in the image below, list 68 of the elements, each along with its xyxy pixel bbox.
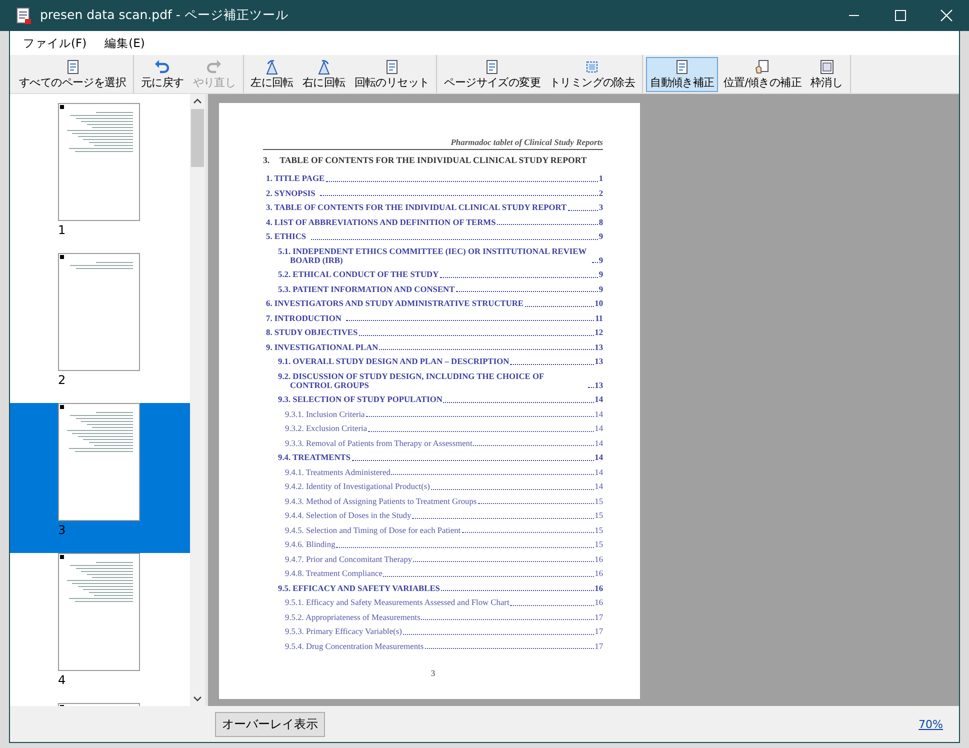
- toc-entry: 9.4.8. Treatment Compliance 16: [284, 569, 603, 578]
- toc-entry: 9.3.1. Inclusion Criteria 14: [284, 410, 603, 418]
- toc-entry: 9.5.1. Efficacy and Safety Measurements Assessed and Flow Chart 16: [284, 598, 603, 607]
- toolbar-button[interactable]: 自動傾き補正: [646, 56, 718, 92]
- toc-entry: 4. LIST OF ABBREVIATIONS AND DEFINITION OF TERMS 8: [266, 218, 603, 226]
- zoom-link[interactable]: 70%: [918, 718, 943, 730]
- frame-icon: [818, 58, 835, 74]
- toc-entry: 9.4.4. Selection of Doses in the Study 15: [284, 511, 603, 520]
- toolbar-button[interactable]: 枠消し: [806, 56, 847, 92]
- toolbar-button[interactable]: トリミングの除去: [545, 56, 640, 92]
- toc-entry: 1. TITLE PAGE 1: [266, 174, 603, 183]
- page-number: 3: [430, 668, 436, 678]
- toc-entry: 9.3.2. Exclusion Criteria 14: [284, 424, 603, 433]
- menu-item[interactable]: ファイル(F): [16, 34, 94, 52]
- toolbar-button[interactable]: 位置/傾きの補正: [719, 56, 806, 92]
- toolbar-button[interactable]: すべてのページを選択: [15, 56, 130, 92]
- rotate-left-icon: [264, 58, 280, 74]
- toc-entry: 9.3. SELECTION OF STUDY POPULATION 14: [277, 395, 603, 404]
- toolbar-button[interactable]: 右に回転: [298, 56, 350, 92]
- undo-icon: [154, 58, 170, 74]
- toolbar-button[interactable]: 元に戻す: [137, 56, 188, 92]
- toc-entry: 9.5.4. Drug Concentration Measurements 17: [284, 642, 603, 650]
- toc-entry: 9.5.3. Primary Efficacy Variable(s) 17: [284, 627, 603, 636]
- rotate-right-icon: [316, 58, 332, 74]
- toc-entry: 5.3. PATIENT INFORMATION AND CONSENT 9: [277, 284, 603, 294]
- toc-entry: 9.4. TREATMENTS 14: [277, 453, 603, 462]
- toolbar-button[interactable]: 左に回転: [246, 56, 298, 92]
- thumbnail-item[interactable]: 4: [10, 553, 190, 703]
- redo-icon: [206, 58, 222, 74]
- page-number-label: 3: [58, 523, 67, 537]
- toc-entry: 9.4.5. Selection and Timing of Dose for each Patient 15: [284, 526, 603, 534]
- toc-entry: 9. INVESTIGATIONAL PLAN 13: [266, 342, 603, 352]
- toc-entry: 9.4.2. Identity of Investigational Product(s) 14: [284, 482, 603, 491]
- toolbar-button[interactable]: 回転のリセット: [350, 56, 434, 92]
- thumbnail-item[interactable]: 2: [10, 253, 190, 403]
- running-header: Pharmadoc tablet of Clinical Study Reports: [450, 137, 603, 147]
- toc-entry: 9.5. EFFICACY AND SAFETY VARIABLES 16: [277, 584, 603, 592]
- heading-number: 3.: [263, 155, 270, 165]
- toolbar-button[interactable]: ページサイズの変更: [440, 56, 544, 92]
- toc-entry: 9.4.1. Treatments Administered 14: [284, 468, 603, 476]
- page-number-label: 2: [58, 373, 67, 387]
- toc-entry: 5.2. ETHICAL CONDUCT OF THE STUDY 9: [277, 270, 603, 279]
- thumbnail-item[interactable]: 1: [10, 103, 190, 253]
- page-number-label: 1: [58, 223, 67, 237]
- toc-entry: 7. INTRODUCTION 11: [266, 314, 603, 322]
- toc-entry: 2. SYNOPSIS 2: [266, 188, 603, 198]
- toc-entry: 8. STUDY OBJECTIVES 12: [266, 328, 603, 337]
- scrollbar[interactable]: [190, 94, 205, 706]
- window-title: presen data scan.pdf - ページ補正ツール: [40, 7, 288, 24]
- toc-entry: 5.1. INDEPENDENT ETHICS COMMITTEE (IEC) OR INSTITUTIONAL REVIEW BOARD (IRB) 9: [277, 246, 603, 264]
- toc-entry: 6. INVESTIGATORS AND STUDY ADMINISTRATIVE STRUCTURE 10: [266, 299, 603, 308]
- toc-entry: 9.5.2. Appropriateness of Measurements 17: [284, 612, 603, 622]
- toc-entry: 9.3.3. Removal of Patients from Therapy or Assessment 14: [284, 438, 603, 448]
- pdf-document-icon: [16, 6, 32, 24]
- thumbnail-item[interactable]: 3: [10, 403, 190, 553]
- toc-entry: 9.4.6. Blinding 15: [284, 540, 603, 549]
- toc-heading: TABLE OF CONTENTS FOR THE INDIVIDUAL CLINICAL STUDY REPORT: [280, 155, 587, 165]
- toc-entry: 9.2. DISCUSSION OF STUDY DESIGN, INCLUDING THE CHOICE OF CONTROL GROUPS 13: [277, 372, 603, 390]
- overlay-button[interactable]: オーバーレイ表示: [215, 712, 325, 736]
- toc-entry: 9.4.3. Method of Assigning Patients to Treatment Groups 15: [284, 496, 603, 506]
- toc-entry: 5. ETHICS 9: [266, 232, 603, 241]
- page-number-label: 4: [58, 673, 67, 687]
- menu-item[interactable]: 編集(E): [98, 34, 152, 52]
- toc-entry: 9.1. OVERALL STUDY DESIGN AND PLAN – DESCRIPTION 13: [277, 357, 603, 366]
- toc-entry: 3. TABLE OF CONTENTS FOR THE INDIVIDUAL CLINICAL STUDY REPORT 3: [266, 203, 603, 212]
- toc-entry: 9.4.7. Prior and Concomitant Therapy 16: [284, 554, 603, 564]
- scrollbar-thumb[interactable]: [191, 109, 204, 167]
- hand-document-icon: [754, 58, 770, 74]
